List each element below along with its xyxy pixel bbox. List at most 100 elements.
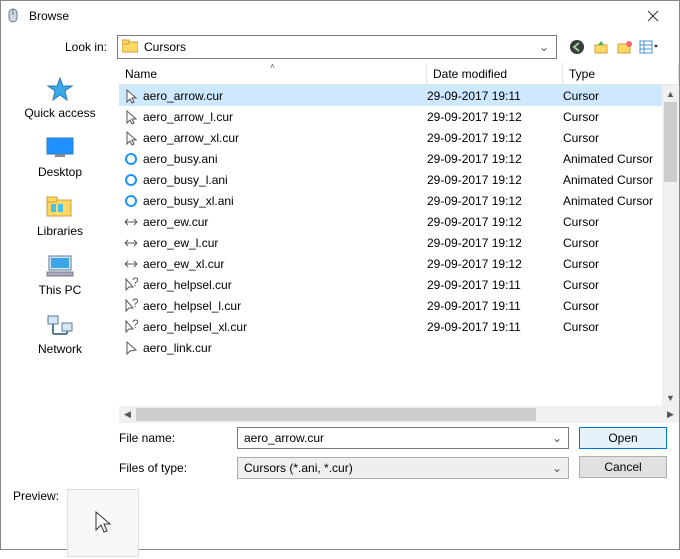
file-row[interactable]: aero_ew_l.cur29-09-2017 19:12Cursor [119,232,679,253]
view-menu-button[interactable] [639,37,659,57]
column-header-name[interactable]: ˄Name [119,63,427,84]
column-header-type[interactable]: Type [563,63,679,84]
scroll-down-button[interactable]: ▼ [662,389,679,406]
horizontal-scrollbar[interactable]: ◀ ▶ [119,406,679,423]
chevron-down-icon: ⌄ [552,461,562,475]
file-icon: ? [119,298,143,314]
file-row[interactable]: aero_arrow_xl.cur29-09-2017 19:12Cursor [119,127,679,148]
file-name: aero_ew_xl.cur [143,257,427,271]
lookin-dropdown[interactable]: Cursors ⌄ [117,35,557,59]
file-name: aero_ew_l.cur [143,236,427,250]
file-name: aero_helpsel.cur [143,278,427,292]
folder-icon [122,39,138,55]
column-header-date[interactable]: Date modified [427,63,563,84]
file-row[interactable]: aero_arrow_l.cur29-09-2017 19:12Cursor [119,106,679,127]
scroll-right-button[interactable]: ▶ [662,406,679,423]
file-list[interactable]: aero_arrow.cur29-09-2017 19:11Cursoraero… [119,85,679,406]
file-row[interactable]: aero_busy.ani29-09-2017 19:12Animated Cu… [119,148,679,169]
file-row[interactable]: aero_ew_xl.cur29-09-2017 19:12Cursor [119,253,679,274]
file-icon [119,217,143,227]
scroll-left-button[interactable]: ◀ [119,406,136,423]
file-name: aero_link.cur [143,341,427,355]
file-row[interactable]: aero_busy_xl.ani29-09-2017 19:12Animated… [119,190,679,211]
file-name: aero_arrow_xl.cur [143,131,427,145]
file-date: 29-09-2017 19:12 [427,131,563,145]
place-label: Network [38,342,82,356]
file-date: 29-09-2017 19:12 [427,110,563,124]
svg-text:?: ? [132,277,138,289]
sort-ascending-icon: ˄ [270,62,275,71]
file-icon [119,152,143,166]
file-date: 29-09-2017 19:12 [427,173,563,187]
filetype-label: Files of type: [119,461,237,475]
file-date: 29-09-2017 19:12 [427,215,563,229]
file-date: 29-09-2017 19:12 [427,194,563,208]
chevron-down-icon: ⌄ [536,40,552,54]
network-icon [44,311,76,339]
back-button[interactable] [567,37,587,57]
place-label: This PC [39,283,82,297]
file-name: aero_helpsel_xl.cur [143,320,427,334]
file-date: 29-09-2017 19:11 [427,278,563,292]
place-label: Libraries [37,224,83,238]
file-row[interactable]: aero_link.cur [119,337,679,358]
cursor-arrow-icon [93,510,113,536]
preview-label: Preview: [13,489,59,503]
file-date: 29-09-2017 19:11 [427,299,563,313]
file-name: aero_busy_l.ani [143,173,427,187]
filetype-value: Cursors (*.ani, *.cur) [244,461,552,475]
file-icon [119,109,143,125]
place-label: Desktop [38,165,82,179]
file-name: aero_ew.cur [143,215,427,229]
desktop-icon [44,134,76,162]
cancel-button[interactable]: Cancel [579,456,667,478]
star-icon [44,75,76,103]
up-one-level-button[interactable] [591,37,611,57]
file-row[interactable]: aero_ew.cur29-09-2017 19:12Cursor [119,211,679,232]
lookin-label: Look in: [1,40,117,54]
file-name: aero_busy_xl.ani [143,194,427,208]
file-icon [119,238,143,248]
close-button[interactable] [633,1,673,31]
file-row[interactable]: aero_arrow.cur29-09-2017 19:11Cursor [119,85,679,106]
lookin-value: Cursors [144,40,536,54]
open-button[interactable]: Open [579,427,667,449]
file-row[interactable]: aero_busy_l.ani29-09-2017 19:12Animated … [119,169,679,190]
file-date: 29-09-2017 19:11 [427,89,563,103]
preview-box [67,489,139,557]
file-icon [119,340,143,356]
scroll-thumb[interactable] [664,102,677,182]
file-icon: ? [119,277,143,293]
scroll-up-button[interactable]: ▲ [662,85,679,102]
file-icon [119,88,143,104]
svg-text:?: ? [132,298,138,310]
place-desktop[interactable]: Desktop [1,134,119,179]
column-headers: ˄Name Date modified Type [119,63,679,85]
place-network[interactable]: Network [1,311,119,356]
place-this-pc[interactable]: This PC [1,252,119,297]
file-row[interactable]: ?aero_helpsel_l.cur29-09-2017 19:11Curso… [119,295,679,316]
place-quick-access[interactable]: Quick access [1,75,119,120]
chevron-down-icon: ⌄ [552,431,562,445]
file-icon [119,130,143,146]
filename-label: File name: [119,431,237,445]
file-name: aero_busy.ani [143,152,427,166]
filename-value: aero_arrow.cur [244,431,552,445]
places-bar: Quick access Desktop Libraries This PC N… [1,63,119,423]
file-name: aero_arrow_l.cur [143,110,427,124]
file-row[interactable]: ?aero_helpsel_xl.cur29-09-2017 19:11Curs… [119,316,679,337]
place-libraries[interactable]: Libraries [1,193,119,238]
new-folder-button[interactable] [615,37,635,57]
scroll-thumb[interactable] [136,408,536,421]
file-date: 29-09-2017 19:12 [427,152,563,166]
filename-combobox[interactable]: aero_arrow.cur ⌄ [237,427,569,449]
titlebar: Browse [1,1,679,31]
libraries-icon [44,193,76,221]
file-date: 29-09-2017 19:11 [427,320,563,334]
vertical-scrollbar[interactable]: ▲ ▼ [662,85,679,406]
file-date: 29-09-2017 19:12 [427,257,563,271]
file-icon: ? [119,319,143,335]
place-label: Quick access [24,106,95,120]
file-row[interactable]: ?aero_helpsel.cur29-09-2017 19:11Cursor [119,274,679,295]
filetype-dropdown[interactable]: Cursors (*.ani, *.cur) ⌄ [237,457,569,479]
